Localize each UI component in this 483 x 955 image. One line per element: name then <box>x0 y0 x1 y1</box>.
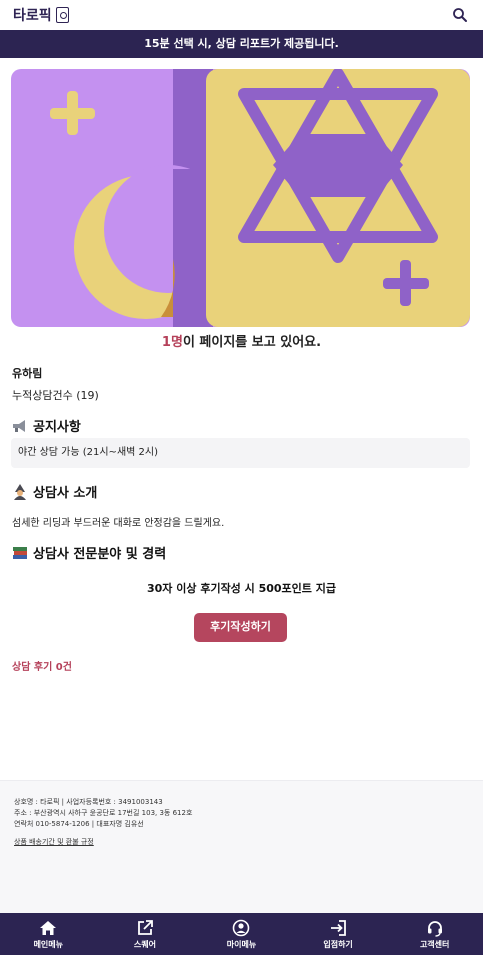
login-icon <box>331 919 346 936</box>
nav-customer-center[interactable]: 고객센터 <box>386 913 483 955</box>
footer: 상호명 : 타로픽 | 사업자등록번호 : 3491003143 주소 : 부산… <box>0 780 483 913</box>
counselor-icon <box>14 483 26 500</box>
counsel-count: 누적상담건수 (19) <box>12 389 99 402</box>
expertise-title: 상담사 전문분야 및 경력 <box>33 547 167 562</box>
review-count: 상담 후기 0건 <box>12 662 72 673</box>
footer-contact: 연락처 010-5874-1206 | 대표자명 김유선 <box>14 820 144 828</box>
intro-section-title: 상담사 소개 <box>12 482 97 501</box>
logo-text: 타로픽 <box>13 8 52 24</box>
hero-illustration <box>11 69 470 327</box>
counselor-name: 유하림 <box>12 367 43 380</box>
review-point-notice: 30자 이상 후기작성 시 500포인트 지급 <box>147 582 336 595</box>
user-icon <box>233 919 250 936</box>
nav-my-menu[interactable]: 마이메뉴 <box>193 913 290 955</box>
footer-business-info: 상호명 : 타로픽 | 사업자등록번호 : 3491003143 <box>14 798 163 806</box>
intro-title: 상담사 소개 <box>33 486 98 501</box>
nav-label: 메인메뉴 <box>33 939 64 949</box>
nav-label: 마이메뉴 <box>226 939 257 949</box>
nav-label: 고객센터 <box>419 939 450 949</box>
nav-main-menu[interactable]: 메인메뉴 <box>0 913 97 955</box>
viewer-suffix: 이 페이지를 보고 있어요. <box>182 335 322 350</box>
report-banner: 15분 선택 시, 상담 리포트가 제공됩니다. <box>0 30 483 58</box>
viewer-count-text: 1명이 페이지를 보고 있어요. <box>0 331 483 350</box>
headset-icon <box>427 920 442 937</box>
notice-box: 야간 상담 가능 (21시~새벽 2시) <box>11 438 470 468</box>
refund-policy-link[interactable]: 상품 배송기간 및 환불 규정 <box>14 837 94 847</box>
home-icon <box>40 920 57 935</box>
logo[interactable]: 타로픽 <box>13 5 69 25</box>
books-icon <box>13 546 27 559</box>
nav-square[interactable]: 스퀘어 <box>97 913 194 955</box>
search-icon[interactable] <box>451 6 469 24</box>
notice-title: 공지사항 <box>33 420 81 435</box>
expertise-section-title: 상담사 전문분야 및 경력 <box>12 543 166 562</box>
viewer-count: 1명 <box>161 335 183 350</box>
megaphone-icon <box>13 419 25 432</box>
footer-address: 주소 : 부산광역시 사하구 윤공단로 17번길 103, 3동 612호 <box>14 809 193 817</box>
tarot-card-icon <box>55 7 69 23</box>
write-review-button[interactable]: 후기작성하기 <box>194 613 287 642</box>
nav-label: 입점하기 <box>323 939 353 949</box>
intro-text: 섬세한 리딩과 부드러운 대화로 안정감을 드릴게요. <box>12 518 225 529</box>
nav-label: 스퀘어 <box>133 939 156 949</box>
notice-section-title: 공지사항 <box>12 416 81 435</box>
top-bar: 타로픽 <box>0 0 483 30</box>
external-link-icon <box>137 919 153 935</box>
nav-join[interactable]: 입점하기 <box>290 913 387 955</box>
bottom-nav: 메인메뉴 스퀘어 마이메뉴 입점하기 고객센터 <box>0 913 483 955</box>
